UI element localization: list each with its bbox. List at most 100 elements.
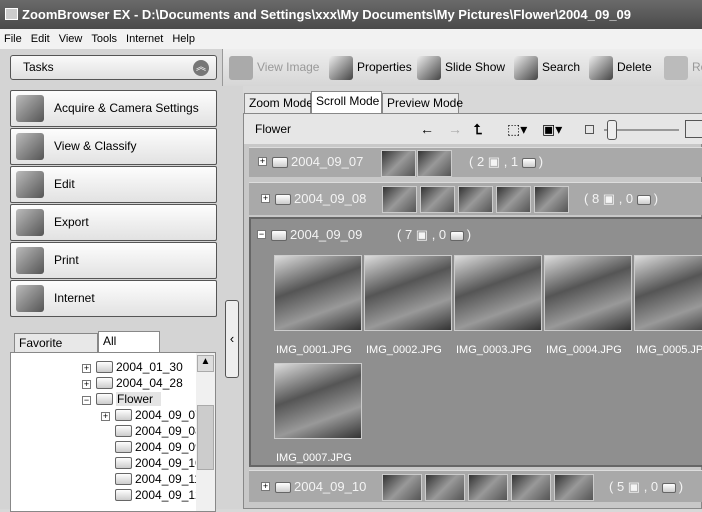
mini-thumbnail[interactable]: [382, 186, 417, 213]
group-2004_09_10[interactable]: + 2004_09_10 ( 5 ▣ , 0 ): [249, 470, 702, 502]
group-2004_09_09-expanded: − 2004_09_09 ( 7 ▣ , 0 ) IMG_0001.JPG IM…: [249, 217, 702, 467]
slide-show-button[interactable]: Slide Show: [417, 49, 505, 86]
collapse-chevron-icon[interactable]: ︽: [193, 60, 209, 76]
folder-tree: + 2004_01_30 + 2004_04_28 − Flower + 200…: [10, 352, 216, 512]
mini-thumbnail[interactable]: [425, 474, 465, 501]
expand-toggle[interactable]: +: [261, 482, 270, 491]
export-icon: [16, 209, 44, 236]
thumbnail-caption: IMG_0003.JPG: [456, 344, 532, 356]
group-name: 2004_09_07: [291, 154, 364, 169]
tree-item[interactable]: 2004_09_09: [115, 439, 202, 455]
tree-scrollbar[interactable]: ▲: [196, 353, 215, 511]
tab-preview-mode[interactable]: Preview Mode: [382, 93, 463, 113]
mini-thumbnail[interactable]: [458, 186, 493, 213]
menu-internet[interactable]: Internet: [126, 33, 163, 45]
scroll-thumb[interactable]: [197, 405, 214, 470]
tree-item[interactable]: 2004_09_10: [115, 455, 202, 471]
menu-help[interactable]: Help: [172, 33, 195, 45]
delete-button[interactable]: Delete: [589, 49, 652, 86]
tree-item[interactable]: 2004_09_11: [115, 471, 201, 487]
thumbnail[interactable]: [454, 255, 542, 331]
view-image-button[interactable]: View Image: [229, 49, 319, 86]
view-image-icon: [229, 55, 253, 80]
task-label: Internet: [54, 291, 95, 305]
group-count: ( 8 ▣ , 0 ): [584, 191, 659, 206]
window-title: ZoomBrowser EX - D:\Documents and Settin…: [22, 7, 632, 22]
scroll-up-icon[interactable]: ▲: [197, 355, 214, 372]
tab-favorite-folders[interactable]: Favorite Folders: [14, 333, 98, 368]
back-arrow-icon[interactable]: ←: [420, 114, 434, 144]
menu-edit[interactable]: Edit: [31, 33, 50, 45]
slider-thumb[interactable]: [607, 120, 617, 140]
group-2004_09_08[interactable]: + 2004_09_08 ( 8 ▣ , 0 ): [249, 182, 702, 215]
task-view-classify[interactable]: View & Classify: [10, 128, 217, 165]
thumbnail-caption: IMG_0004.JPG: [546, 344, 622, 356]
task-label: Acquire & Camera Settings: [54, 101, 199, 115]
task-export[interactable]: Export: [10, 204, 217, 241]
thumbnail[interactable]: [544, 255, 632, 331]
mini-thumbnail[interactable]: [534, 186, 569, 213]
tasks-header[interactable]: Tasks ︽: [10, 55, 217, 80]
tab-all-folders[interactable]: All Folders: [98, 331, 160, 366]
mini-thumbnail[interactable]: [420, 186, 455, 213]
breadcrumb: Flower: [255, 122, 292, 136]
menu-file[interactable]: File: [4, 33, 22, 45]
mini-thumbnail[interactable]: [468, 474, 508, 501]
tree-item[interactable]: 2004_09_07: [115, 407, 202, 423]
display-options-icon[interactable]: ▣▾: [542, 114, 562, 144]
thumbnail[interactable]: [364, 255, 452, 331]
mini-thumbnail[interactable]: [382, 474, 422, 501]
folder-icon: [115, 409, 132, 421]
task-label: Export: [54, 215, 89, 229]
expand-toggle[interactable]: +: [101, 412, 110, 421]
group-count: ( 7 ▣ , 0 ): [397, 227, 472, 242]
group-2004_09_07[interactable]: + 2004_09_07 ( 2 ▣ , 1 ): [249, 147, 702, 177]
mini-thumbnail[interactable]: [554, 474, 594, 501]
tree-item-selected[interactable]: Flower: [96, 391, 162, 407]
tab-scroll-mode[interactable]: Scroll Mode: [311, 91, 382, 113]
expand-toggle[interactable]: +: [82, 380, 91, 389]
task-internet[interactable]: Internet: [10, 280, 217, 317]
forward-arrow-icon[interactable]: →: [448, 114, 462, 144]
expand-toggle[interactable]: +: [261, 194, 270, 203]
menu-tools[interactable]: Tools: [91, 33, 117, 45]
info-icon: [329, 55, 353, 80]
mini-thumbnail[interactable]: [417, 150, 452, 177]
menu-bar: File Edit View Tools Internet Help: [0, 29, 702, 49]
tree-item[interactable]: 2004_04_28: [96, 375, 183, 391]
rotate-button[interactable]: Ro: [664, 49, 702, 86]
tab-zoom-mode[interactable]: Zoom Mode: [244, 93, 313, 113]
mini-thumbnail[interactable]: [381, 150, 416, 177]
thumbnail[interactable]: [274, 255, 362, 331]
internet-icon: [16, 285, 44, 312]
collapse-toggle[interactable]: −: [257, 230, 266, 239]
tree-item[interactable]: 2004_01_30: [96, 359, 183, 375]
task-edit[interactable]: Edit: [10, 166, 217, 203]
expand-toggle[interactable]: +: [258, 157, 267, 166]
collapse-panel-button[interactable]: ‹: [225, 300, 239, 378]
expand-toggle[interactable]: +: [82, 364, 91, 373]
mini-thumbnail[interactable]: [496, 186, 531, 213]
title-bar: ZoomBrowser EX - D:\Documents and Settin…: [0, 0, 702, 29]
menu-view[interactable]: View: [59, 33, 83, 45]
folder-icon: [115, 425, 132, 437]
thumbnail[interactable]: [274, 363, 362, 439]
collapse-toggle[interactable]: −: [82, 396, 91, 405]
search-button[interactable]: Search: [514, 49, 580, 86]
mini-thumbnail[interactable]: [511, 474, 551, 501]
thumbnail[interactable]: [634, 255, 702, 331]
thumbnail-caption: IMG_0007.JPG: [276, 452, 352, 464]
task-acquire[interactable]: Acquire & Camera Settings: [10, 90, 217, 127]
tree-item[interactable]: 2004_09_12: [115, 487, 202, 503]
thumbnail-caption: IMG_0001.JPG: [276, 344, 352, 356]
folder-icon: [115, 473, 132, 485]
trash-icon: [589, 55, 613, 80]
group-count: ( 5 ▣ , 0 ): [609, 479, 684, 494]
up-folder-icon[interactable]: ⮤: [474, 114, 482, 144]
select-mode-icon[interactable]: ⬚▾: [507, 114, 527, 144]
properties-button[interactable]: Properties: [329, 49, 412, 86]
slideshow-icon: [417, 55, 441, 80]
tree-item[interactable]: 2004_09_08: [115, 423, 202, 439]
task-print[interactable]: Print: [10, 242, 217, 279]
group-count: ( 2 ▣ , 1 ): [469, 154, 544, 169]
